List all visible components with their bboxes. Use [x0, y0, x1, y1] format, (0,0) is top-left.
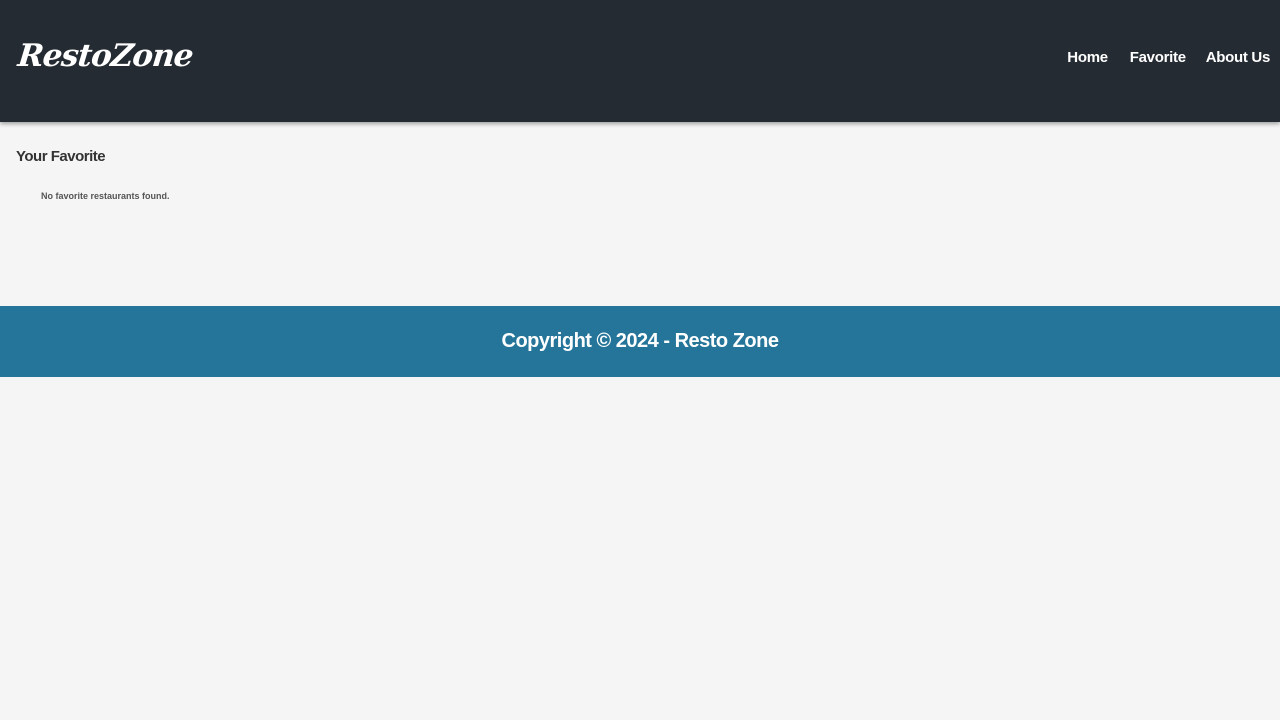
copyright-text: Copyright © 2024 - Resto Zone: [501, 330, 779, 352]
app-header: RestoZone Home Favorite About Us: [0, 0, 1280, 122]
nav-link-favorite[interactable]: Favorite: [1120, 36, 1196, 80]
page-footer: Copyright © 2024 - Resto Zone: [0, 306, 1280, 377]
brand-logo[interactable]: RestoZone: [16, 36, 195, 76]
nav-link-about-us[interactable]: About Us: [1196, 36, 1280, 80]
empty-state-message: No favorite restaurants found.: [41, 191, 170, 201]
main-content: Your Favorite No favorite restaurants fo…: [0, 122, 1280, 306]
main-navigation: Home Favorite About Us: [1057, 0, 1280, 116]
nav-link-home[interactable]: Home: [1057, 36, 1117, 80]
page-title: Your Favorite: [16, 148, 106, 165]
